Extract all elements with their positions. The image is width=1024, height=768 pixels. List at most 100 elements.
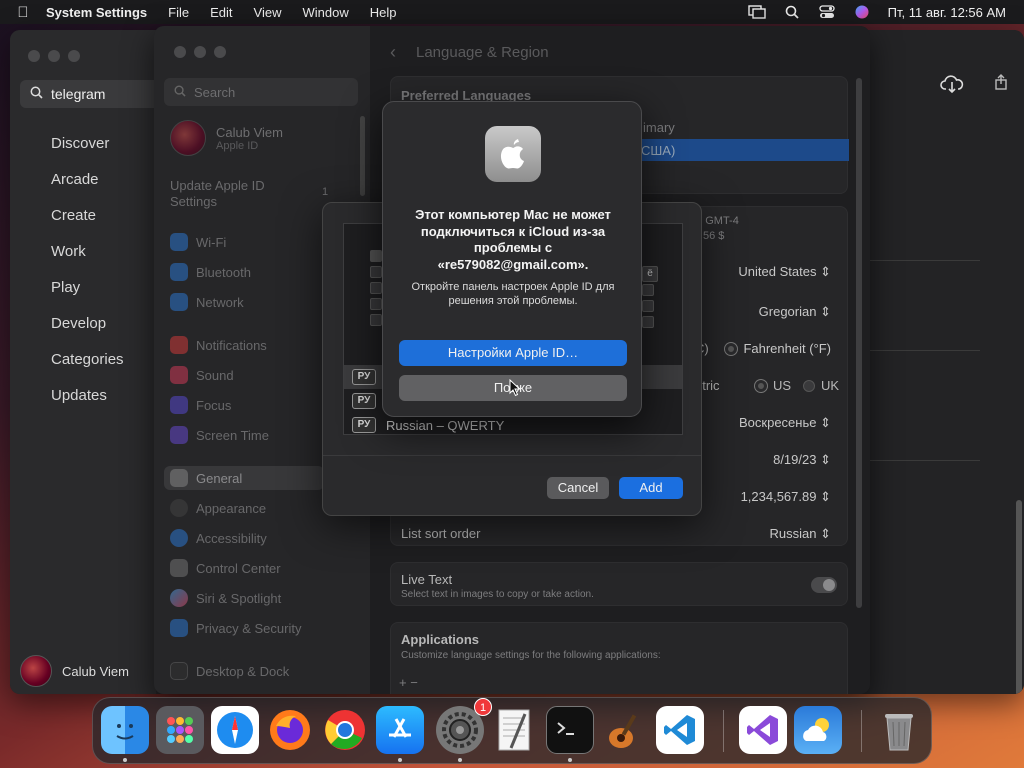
apple-id-profile[interactable]: Calub Viem Apple ID — [170, 120, 283, 156]
menu-edit[interactable]: Edit — [210, 5, 232, 20]
measurement-us-option[interactable]: US — [755, 378, 791, 393]
firefox-icon[interactable] — [266, 706, 314, 754]
textedit-icon[interactable] — [491, 706, 539, 754]
garageband-icon[interactable] — [601, 706, 649, 754]
visual-studio-icon[interactable] — [739, 706, 787, 754]
number-format-select[interactable]: 1,234,567.89 ⇕ — [741, 489, 831, 505]
menu-file[interactable]: File — [168, 5, 189, 20]
sidebar-item-general[interactable]: General — [164, 466, 324, 490]
cancel-button[interactable]: Cancel — [547, 477, 609, 499]
nav-updates[interactable]: Updates — [51, 384, 124, 420]
sidebar-item-network[interactable]: Network — [170, 293, 244, 311]
zoom-button[interactable] — [68, 50, 80, 62]
close-button[interactable] — [174, 46, 186, 58]
minimize-button[interactable] — [194, 46, 206, 58]
sidebar-item-accessibility[interactable]: Accessibility — [170, 529, 267, 547]
dock: 1 — [92, 697, 932, 764]
date-format-value: 8/19/23 — [773, 452, 817, 467]
sidebar-item-label: Appearance — [196, 500, 267, 516]
trash-icon[interactable] — [875, 706, 923, 754]
sidebar-item-label: Screen Time — [196, 427, 269, 443]
add-button[interactable]: Add — [619, 477, 683, 499]
terminal-icon[interactable] — [546, 706, 594, 754]
chrome-icon[interactable] — [321, 706, 369, 754]
finder-icon[interactable] — [101, 706, 149, 754]
number-format-value: 1,234,567.89 — [740, 489, 817, 504]
sidebar-item-desktop-dock[interactable]: Desktop & Dock — [170, 662, 289, 680]
nav-discover[interactable]: Discover — [51, 132, 124, 168]
nav-create[interactable]: Create — [51, 204, 124, 240]
temperature-fahrenheit-option[interactable]: Fahrenheit (°F) — [725, 341, 831, 356]
share-icon[interactable] — [994, 74, 1008, 94]
safari-icon[interactable] — [211, 706, 259, 754]
sidebar-item-screen-time[interactable]: Screen Time — [170, 426, 269, 444]
menu-bar:  System Settings File Edit View Window … — [0, 0, 1024, 24]
app-store-search-input[interactable]: telegram — [20, 80, 160, 108]
close-button[interactable] — [28, 50, 40, 62]
screen-mirroring-icon[interactable] — [747, 5, 766, 19]
spotlight-search-icon[interactable] — [783, 5, 801, 19]
region-preview-currency: 56 $ — [703, 230, 725, 242]
menu-window[interactable]: Window — [302, 5, 348, 20]
bell-icon — [170, 336, 188, 354]
chevron-updown-icon: ⇕ — [820, 526, 831, 541]
keyboard-key — [370, 250, 382, 262]
live-text-toggle[interactable] — [811, 577, 837, 593]
weather-icon[interactable] — [794, 706, 842, 754]
nav-develop[interactable]: Develop — [51, 312, 124, 348]
app-store-icon[interactable] — [376, 706, 424, 754]
list-sort-select[interactable]: Russian ⇕ — [770, 526, 832, 542]
avatar — [20, 655, 52, 687]
settings-search-input[interactable]: Search — [164, 78, 358, 106]
sidebar-item-appearance[interactable]: Appearance — [170, 499, 266, 517]
sidebar-item-siri[interactable]: Siri & Spotlight — [170, 589, 281, 607]
nav-work[interactable]: Work — [51, 240, 124, 276]
scrollbar[interactable] — [1016, 500, 1022, 694]
nav-play[interactable]: Play — [51, 276, 124, 312]
sidebar-item-label: Desktop & Dock — [196, 663, 290, 679]
cloud-download-icon[interactable] — [940, 74, 964, 99]
sidebar-item-wifi[interactable]: Wi-Fi — [170, 233, 226, 251]
menu-app-name[interactable]: System Settings — [46, 5, 147, 20]
app-store-account[interactable]: Calub Viem — [20, 655, 129, 687]
menu-view[interactable]: View — [254, 5, 282, 20]
menu-clock[interactable]: Пт, 11 авг. 12:56 AM — [888, 5, 1006, 20]
sidebar-item-focus[interactable]: Focus — [170, 396, 231, 414]
apple-id-settings-button[interactable]: Настройки Apple ID… — [399, 340, 627, 366]
add-remove-buttons[interactable]: + − — [399, 675, 418, 690]
gear-icon — [170, 469, 188, 487]
sidebar-scrollbar[interactable] — [360, 116, 365, 196]
sidebar-item-bluetooth[interactable]: Bluetooth — [170, 263, 251, 281]
sidebar-item-sound[interactable]: Sound — [170, 366, 234, 384]
sidebar-item-label: Wi-Fi — [196, 234, 227, 250]
sidebar-item-privacy[interactable]: Privacy & Security — [170, 619, 301, 637]
alert-message: Откройте панель настроек Apple ID для ре… — [411, 281, 615, 307]
divider — [323, 455, 701, 456]
search-placeholder: Search — [194, 84, 236, 100]
vscode-icon[interactable] — [656, 706, 704, 754]
calendar-select[interactable]: Gregorian ⇕ — [759, 304, 831, 320]
update-apple-id-item[interactable]: Update Apple ID Settings — [170, 178, 290, 210]
control-center-icon[interactable] — [818, 5, 836, 19]
nav-arcade[interactable]: Arcade — [51, 168, 124, 204]
us-label: US — [773, 378, 792, 393]
measurement-uk-option[interactable]: UK — [803, 378, 839, 393]
apple-menu-icon[interactable]:  — [0, 4, 46, 21]
sidebar-item-label: Notifications — [196, 337, 267, 353]
divider — [870, 350, 980, 351]
window-controls — [174, 46, 226, 58]
first-day-select[interactable]: Воскресенье ⇕ — [739, 415, 831, 431]
zoom-button[interactable] — [214, 46, 226, 58]
sidebar-item-notifications[interactable]: Notifications — [170, 336, 267, 354]
chevron-left-icon[interactable]: ‹ — [390, 42, 396, 63]
launchpad-icon[interactable] — [156, 706, 204, 754]
content-scrollbar[interactable] — [856, 78, 862, 608]
sidebar-item-control-center[interactable]: Control Center — [170, 559, 281, 577]
region-select[interactable]: United States ⇕ — [738, 264, 831, 280]
menu-help[interactable]: Help — [370, 5, 397, 20]
system-settings-dock-icon[interactable]: 1 — [436, 698, 492, 754]
date-format-select[interactable]: 8/19/23 ⇕ — [773, 452, 831, 468]
minimize-button[interactable] — [48, 50, 60, 62]
siri-icon[interactable] — [853, 5, 871, 19]
nav-categories[interactable]: Categories — [51, 348, 124, 384]
